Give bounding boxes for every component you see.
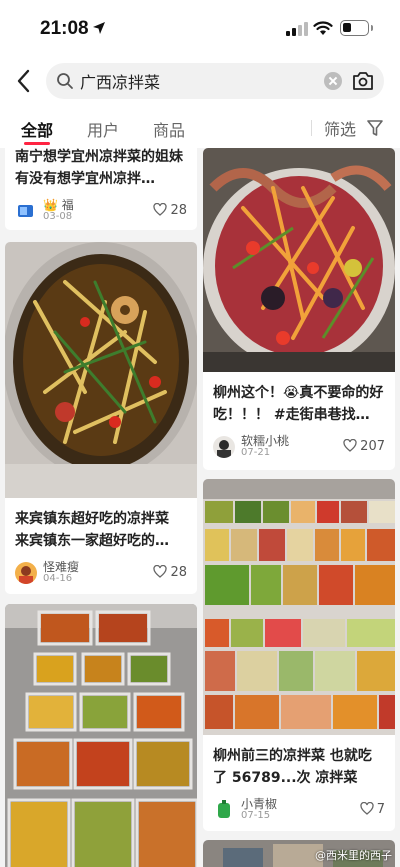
note-title: 柳州前三的凉拌菜 也就吃了 56789...次 凉拌菜跟…	[213, 748, 372, 786]
note-cover-image	[5, 604, 197, 867]
post-date: 03-08	[43, 211, 73, 222]
heart-icon	[360, 801, 374, 815]
like-count[interactable]: 207	[343, 438, 385, 454]
divider	[311, 120, 312, 136]
heart-icon	[343, 438, 357, 452]
note-card[interactable]: 来宾镇东超好吃的凉拌菜 来宾镇东一家超好吃的… 怪难瘦 04-16 28	[5, 242, 197, 594]
note-card[interactable]	[5, 604, 197, 867]
like-count[interactable]: 28	[153, 202, 187, 218]
avatar	[213, 436, 235, 458]
filter-funnel-icon	[367, 120, 383, 136]
note-cover-image	[5, 242, 197, 498]
status-time: 21:08	[40, 18, 89, 39]
note-title: 来宾镇东超好吃的凉拌菜 来宾镇东一家超好吃的…	[15, 511, 169, 549]
battery-icon	[340, 20, 373, 36]
results-feed: 南宁想学宜州凉拌菜的姐妹 有没有想学宜州凉拌… 👑 福 03-08 28 来宾镇…	[0, 148, 400, 867]
post-date: 07-15	[241, 810, 271, 821]
note-card[interactable]: 柳州这个！😭真不要命的好吃！！！ #走街串巷找… 软糯小桃 07-21 207	[203, 148, 395, 470]
watermark: @西米里的西子	[315, 849, 392, 862]
filter-button[interactable]: 筛选	[324, 116, 383, 139]
note-cover-image	[203, 148, 395, 372]
note-meta: 怪难瘦 04-16 28	[15, 558, 187, 588]
location-arrow-icon	[93, 22, 105, 34]
status-bar: 21:08	[0, 0, 400, 58]
avatar	[213, 799, 235, 821]
cellular-signal-icon	[286, 22, 308, 36]
filter-label: 筛选	[324, 120, 357, 139]
like-count[interactable]: 7	[360, 801, 385, 817]
tab-all[interactable]: 全部	[21, 117, 53, 141]
tabs-bar: 全部 用户 商品 筛选	[0, 104, 400, 148]
note-card[interactable]: 柳州前三的凉拌菜 也就吃了 56789...次 凉拌菜跟… 小青椒 07-15 …	[203, 479, 395, 831]
note-meta: 软糯小桃 07-21 207	[213, 432, 385, 462]
search-box[interactable]	[46, 63, 384, 99]
clear-search-icon[interactable]	[324, 72, 342, 90]
tab-products[interactable]: 商品	[153, 117, 185, 141]
tab-users[interactable]: 用户	[87, 117, 119, 141]
avatar	[15, 200, 37, 222]
heart-icon	[153, 202, 168, 216]
note-meta: 小青椒 07-15 7	[213, 795, 385, 825]
wifi-icon	[313, 21, 333, 35]
search-header	[0, 58, 400, 104]
heart-icon	[153, 564, 168, 578]
active-tab-indicator	[24, 142, 50, 145]
note-meta: 👑 福 03-08 28	[15, 196, 187, 226]
like-count[interactable]: 28	[153, 564, 187, 580]
note-card[interactable]: 南宁想学宜州凉拌菜的姐妹 有没有想学宜州凉拌… 👑 福 03-08 28	[5, 148, 197, 230]
post-date: 07-21	[241, 447, 271, 458]
avatar	[15, 562, 37, 584]
note-title: 柳州这个！😭真不要命的好吃！！！ #走街串巷找…	[213, 385, 384, 423]
search-input[interactable]	[80, 63, 320, 99]
note-cover-image	[203, 479, 395, 735]
camera-search-icon[interactable]	[352, 71, 374, 91]
post-date: 04-16	[43, 573, 73, 584]
search-icon	[57, 73, 73, 89]
back-arrow-icon[interactable]	[14, 68, 34, 94]
note-title: 南宁想学宜州凉拌菜的姐妹 有没有想学宜州凉拌…	[15, 149, 183, 187]
